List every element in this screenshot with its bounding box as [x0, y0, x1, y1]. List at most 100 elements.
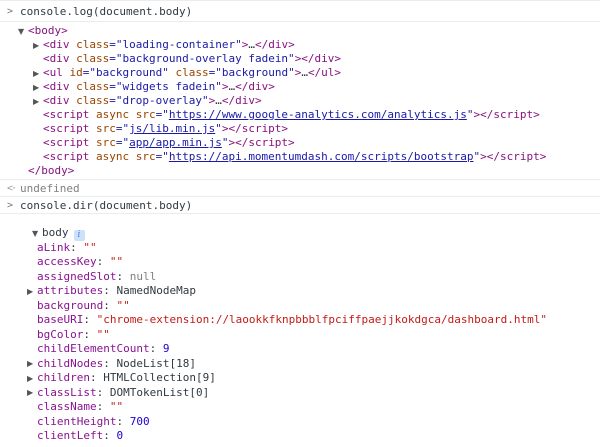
property-name: assignedSlot — [37, 270, 116, 283]
attr-value-token: ="drop-overlay" — [109, 94, 208, 107]
script-src-link[interactable]: https://www.google-analytics.com/analyti… — [169, 108, 467, 121]
dom-node-row: <div class="background-overlay fadein"><… — [0, 52, 600, 66]
property-separator: : — [70, 241, 83, 254]
ellipsis-token: … — [215, 94, 222, 107]
tag-token: ></script> — [473, 108, 539, 121]
attr-name-token: src — [96, 122, 116, 135]
attr-value-token: " — [215, 122, 222, 135]
expand-arrow-icon[interactable]: ▶ — [33, 95, 43, 109]
property-name: clientHeight — [37, 415, 116, 428]
property-value: "chrome-extension://laookkfknpbbblfpciff… — [97, 313, 547, 326]
expand-arrow-icon[interactable]: ▶ — [27, 386, 37, 401]
info-icon[interactable]: i — [74, 230, 85, 241]
console-command-entry[interactable]: >console.log(document.body) — [0, 0, 600, 22]
property-separator: : — [103, 299, 116, 312]
dom-node-row: ▼<body> — [0, 24, 600, 38]
attr-value-token: ="widgets fadein" — [109, 80, 222, 93]
attr-value-token: =" — [156, 108, 169, 121]
dom-node-row: ▶<div class="widgets fadein">…</div> — [0, 80, 600, 94]
expand-arrow-icon[interactable]: ▶ — [27, 285, 37, 300]
property-separator: : — [150, 342, 163, 355]
property-value: null — [130, 270, 157, 283]
property-value: "" — [110, 255, 123, 268]
expand-arrow-icon[interactable]: ▶ — [33, 81, 43, 95]
property-row: baseURI: "chrome-extension://laookkfknpb… — [0, 313, 600, 328]
console-command-text: console.log(document.body) — [20, 5, 192, 18]
attr-name-token: class — [76, 52, 109, 65]
property-name: attributes — [37, 284, 103, 297]
attr-name-token: class — [76, 38, 109, 51]
console-command-text: console.dir(document.body) — [20, 199, 192, 212]
property-value: "" — [83, 241, 96, 254]
property-row: ▶childNodes: NodeList[18] — [0, 357, 600, 372]
dom-node-row: </body> — [0, 164, 600, 178]
attr-name-token: class — [76, 80, 109, 93]
property-value: "" — [97, 328, 110, 341]
attr-name-token: src — [96, 136, 116, 149]
property-separator: : — [97, 400, 110, 413]
devtools-console: >console.log(document.body) ▼<body> ▶<di… — [0, 0, 600, 444]
dom-node-row: <script async src="https://www.google-an… — [0, 108, 600, 122]
expand-arrow-icon[interactable]: ▶ — [33, 39, 43, 53]
property-row: bgColor: "" — [0, 328, 600, 343]
dom-node-row: ▶<div class="drop-overlay">…</div> — [0, 94, 600, 108]
tag-token: <div — [43, 52, 76, 65]
property-value: DOMTokenList[0] — [110, 386, 209, 399]
tag-token: </ul> — [308, 66, 341, 79]
property-row: className: "" — [0, 400, 600, 415]
property-separator: : — [83, 328, 96, 341]
property-row: accessKey: "" — [0, 255, 600, 270]
property-row: clientHeight: 700 — [0, 415, 600, 430]
property-name: clientLeft — [37, 429, 103, 442]
script-src-link[interactable]: app/app.min.js — [129, 136, 222, 149]
expand-arrow-icon[interactable]: ▶ — [27, 357, 37, 372]
property-name: childElementCount — [37, 342, 150, 355]
dom-node-row: ▶<div class="loading-container">…</div> — [0, 38, 600, 52]
console-command-entry[interactable]: >console.dir(document.body) — [0, 197, 600, 214]
expand-arrow-icon[interactable]: ▶ — [33, 67, 43, 81]
property-separator: : — [97, 386, 110, 399]
property-name: background — [37, 299, 103, 312]
property-name: childNodes — [37, 357, 103, 370]
property-value: 0 — [116, 429, 123, 442]
ellipsis-token: … — [301, 66, 308, 79]
property-row: aLink: "" — [0, 241, 600, 256]
tag-token: </body> — [28, 164, 74, 177]
property-name: aLink — [37, 241, 70, 254]
attr-value-token: =" — [116, 136, 129, 149]
object-root-row: ▼bodyi — [0, 226, 600, 241]
property-separator: : — [116, 415, 129, 428]
expand-arrow-icon[interactable]: ▶ — [27, 372, 37, 387]
attr-name-token: class — [175, 66, 208, 79]
tag-token: <script — [43, 122, 96, 135]
tag-token: <script — [43, 150, 96, 163]
property-value: HTMLCollection[9] — [103, 371, 216, 384]
property-value: NodeList[18] — [116, 357, 195, 370]
property-row: assignedSlot: null — [0, 270, 600, 285]
property-separator: : — [90, 371, 103, 384]
dom-node-row: <script async src="https://api.momentumd… — [0, 150, 600, 164]
property-separator: : — [103, 357, 116, 370]
tag-token: </div> — [255, 38, 295, 51]
attr-value-token: ="background" — [209, 66, 295, 79]
attr-value-token: =" — [156, 150, 169, 163]
tag-token: <script — [43, 136, 96, 149]
attr-value-token: ="background-overlay fadein" — [109, 52, 294, 65]
tag-token: ></script> — [228, 136, 294, 149]
tag-token: ></script> — [222, 122, 288, 135]
script-src-link[interactable]: js/lib.min.js — [129, 122, 215, 135]
tag-token: ></div> — [295, 52, 341, 65]
property-separator: : — [97, 255, 110, 268]
dom-node-row: <script src="app/app.min.js"></script> — [0, 136, 600, 150]
collapse-arrow-icon[interactable]: ▼ — [32, 227, 42, 242]
script-src-link[interactable]: https://api.momentumdash.com/scripts/boo… — [169, 150, 474, 163]
collapse-arrow-icon[interactable]: ▼ — [18, 25, 28, 39]
object-name: body — [42, 226, 69, 239]
result-value: undefined — [20, 182, 80, 195]
tag-token: </div> — [235, 80, 275, 93]
attr-name-token: async src — [96, 108, 156, 121]
property-row: ▶attributes: NamedNodeMap — [0, 284, 600, 299]
property-value: "" — [116, 299, 129, 312]
property-name: baseURI — [37, 313, 83, 326]
property-name: children — [37, 371, 90, 384]
